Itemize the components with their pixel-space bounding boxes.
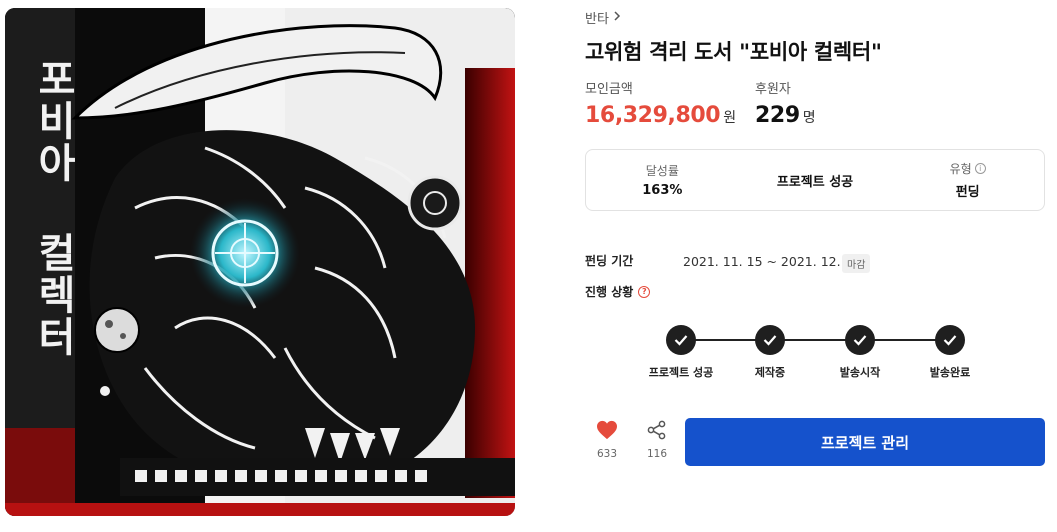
backers-unit: 명 [802,110,816,126]
amount-raised: 모인금액 16,329,800 원 [585,78,736,128]
manage-project-button[interactable]: 프로젝트 관리 [685,418,1045,466]
share-button[interactable]: 116 [635,420,679,460]
check-icon [755,325,785,355]
breadcrumb-label: 반타 [585,12,609,27]
info-icon[interactable]: i [974,163,986,174]
amount-unit: 원 [723,110,737,126]
type-value: 펀딩 [955,185,980,200]
step-in-production: 제작중 [720,322,820,380]
achievement-rate: 달성률 163% [586,162,739,198]
action-bar: 633 116 프로젝트 관리 [585,418,1047,468]
check-icon [935,325,965,355]
rate-label: 달성률 [645,164,679,178]
amount-value: 16,329,800 [585,103,721,128]
cover-vertical-title: 포비아 컬렉터 [30,58,76,358]
backer-count: 후원자 229 명 [755,78,816,128]
step-project-success: 프로젝트 성공 [631,322,731,380]
amount-label: 모인금액 [585,82,633,97]
status-summary-box: 달성률 163% 프로젝트 성공 유형 i 펀딩 [585,149,1045,211]
step-shipping-started: 발송시작 [810,322,910,380]
result-value: 프로젝트 성공 [776,174,854,190]
project-title: 고위험 격리 도서 "포비아 컬렉터" [585,40,882,64]
share-count: 116 [646,448,668,460]
funding-period-value: 2021. 11. 15 ~ 2021. 12. 15 [683,254,861,269]
project-type: 유형 i 펀딩 [891,160,1044,200]
check-icon [666,325,696,355]
chevron-right-icon [613,10,621,25]
step-label: 제작중 [754,366,786,379]
rate-value: 163% [642,183,683,198]
project-info-panel: 반타 고위험 격리 도서 "포비아 컬렉터" 모인금액 16,329,800 원… [585,0,1047,532]
backers-label: 후원자 [755,82,791,97]
type-label: 유형 [949,162,972,176]
like-count: 633 [596,448,618,460]
help-icon[interactable]: ? [638,285,651,298]
like-button[interactable]: 633 [585,420,629,460]
check-icon [845,325,875,355]
progress-label: 진행 상황 [585,285,634,299]
share-icon [647,420,667,444]
breadcrumb-creator-link[interactable]: 반타 [585,8,621,27]
step-label: 발송시작 [839,366,881,379]
project-cover-image: 포비아 컬렉터 [5,8,515,516]
funding-period-label: 펀딩 기간 [585,254,634,268]
progress-status-heading: 진행 상황 ? [585,283,651,300]
project-result: 프로젝트 성공 [739,171,892,190]
backers-value: 229 [755,103,800,128]
step-shipping-completed: 발송완료 [900,322,1000,380]
step-label: 프로젝트 성공 [648,366,714,379]
closed-badge: 마감 [842,254,871,273]
cover-illustration [5,8,515,516]
progress-stepper: 프로젝트 성공 제작중 발송시작 발송완료 [635,322,1015,382]
step-label: 발송완료 [929,366,971,379]
heart-icon [596,420,618,444]
